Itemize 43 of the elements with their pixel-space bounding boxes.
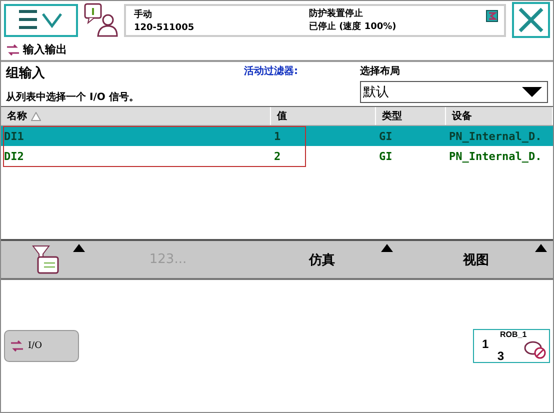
window-icon [486, 10, 498, 22]
safety-state: 防护装置停止 [309, 7, 364, 20]
expand-up-icon [535, 244, 547, 252]
no-motion-icon [524, 339, 546, 359]
column-header[interactable]: 类型 [376, 107, 446, 125]
io-icon [10, 340, 24, 352]
quickset-button[interactable]: ROB_1 1 3 [473, 329, 550, 363]
close-button[interactable] [512, 2, 550, 38]
table-cell-text: GI [378, 130, 394, 142]
main-menu-button[interactable] [4, 4, 78, 36]
sort-icon [31, 112, 41, 120]
table-cell-text: DI1 [3, 130, 25, 142]
breadcrumb-title: 输入输出 [23, 42, 67, 57]
column-header[interactable]: 名称 [1, 107, 271, 125]
layout-dropdown[interactable]: 默认 [360, 81, 548, 103]
table-cell-text: PN_Internal_D. [448, 130, 543, 142]
table-cell-text: 2 [273, 150, 282, 162]
status-panel[interactable]: 手动 120-511005 防护装置停止 已停止 (速度 100%) [124, 4, 506, 36]
table-cell-text: GI [378, 150, 394, 162]
table-row[interactable]: DI1 1 GI PN_Internal_D. [1, 126, 553, 146]
controller-name: 120-511005 [134, 22, 196, 32]
dropdown-arrow-icon [521, 86, 543, 98]
panel-title: 组输入 [6, 64, 46, 82]
instruction-text: 从列表中选择一个 I/O 信号。 [6, 90, 140, 104]
command-button[interactable]: 视图 [457, 250, 495, 270]
command-button[interactable]: 仿真 [303, 250, 341, 270]
io-icon [6, 44, 20, 56]
filter-label: 活动过滤器: [244, 64, 299, 79]
event-log-icon[interactable] [84, 3, 118, 37]
speed-status: 已停止 (速度 100%) [309, 20, 398, 34]
layout-label: 选择布局 [360, 64, 401, 78]
taskbar-button[interactable]: I/O [4, 330, 79, 362]
table-cell-text: DI2 [3, 150, 25, 162]
column-header[interactable]: 设备 [446, 107, 553, 125]
filter-icon[interactable] [32, 244, 60, 274]
expand-up-icon [381, 244, 393, 252]
column-header[interactable]: 值 [271, 107, 376, 125]
operating-mode: 手动 [134, 8, 153, 20]
close-icon [517, 6, 545, 34]
table-cell-text: PN_Internal_D. [448, 150, 543, 162]
table-row[interactable]: DI2 2 GI PN_Internal_D. [1, 146, 553, 166]
table-cell-text: 1 [273, 130, 282, 142]
expand-up-icon [73, 244, 85, 252]
